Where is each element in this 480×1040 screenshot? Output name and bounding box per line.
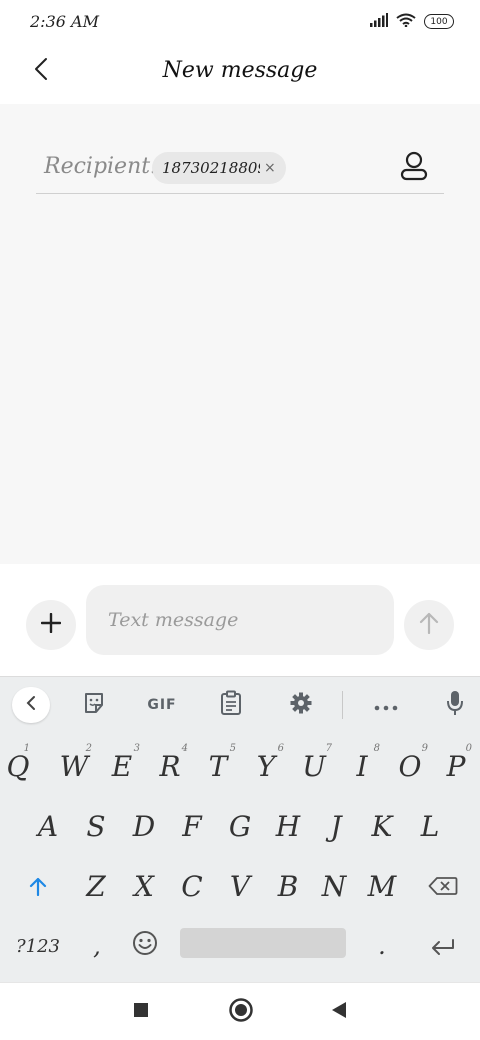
key-f[interactable]: F: [168, 797, 216, 855]
status-icons: 100: [370, 12, 454, 31]
key-u[interactable]: U7: [290, 737, 338, 795]
toolbar-collapse-button[interactable]: [12, 687, 50, 723]
composer: [0, 564, 480, 676]
plus-icon: [40, 612, 62, 637]
key-t[interactable]: T5: [194, 737, 242, 795]
enter-key[interactable]: [418, 917, 468, 975]
emoji-key[interactable]: [122, 917, 168, 975]
enter-icon: [430, 930, 456, 963]
keyboard-row-4: ?123 , .: [0, 917, 480, 975]
keyboard-row-1: Q1 W2 E3 R4 T5 Y6 U7 I8 O9 P0: [0, 737, 480, 795]
recipient-row: Recipient: 18730218809 ×: [36, 144, 444, 194]
sticker-icon: [82, 691, 106, 719]
key-c[interactable]: C: [168, 857, 216, 915]
chip-remove-icon[interactable]: ×: [264, 160, 276, 176]
space-key[interactable]: [180, 928, 346, 958]
key-l[interactable]: L: [406, 797, 454, 855]
keyboard-row-2: A S D F G H J K L: [0, 797, 480, 855]
keyboard-toolbar: GIF: [0, 677, 480, 733]
key-m[interactable]: M: [358, 857, 406, 915]
home-button[interactable]: [226, 997, 256, 1027]
more-button[interactable]: [368, 687, 404, 723]
key-i[interactable]: I8: [338, 737, 386, 795]
key-j[interactable]: J: [312, 797, 360, 855]
key-v[interactable]: V: [216, 857, 264, 915]
triangle-back-icon: [331, 1001, 347, 1023]
key-k[interactable]: K: [358, 797, 406, 855]
contact-picker-button[interactable]: [396, 150, 432, 186]
symbols-key[interactable]: ?123: [10, 917, 66, 975]
status-bar: 2:36 AM 100: [0, 0, 480, 44]
sticker-button[interactable]: [78, 687, 110, 723]
chevron-left-icon: [26, 695, 36, 715]
arrow-up-icon: [419, 612, 439, 638]
page-title: New message: [162, 58, 318, 83]
key-a[interactable]: A: [24, 797, 72, 855]
gear-icon: [289, 691, 313, 719]
backspace-key[interactable]: [418, 857, 468, 915]
key-q[interactable]: Q1: [0, 737, 36, 795]
key-g[interactable]: G: [216, 797, 264, 855]
key-o[interactable]: O9: [386, 737, 434, 795]
recents-button[interactable]: [126, 997, 156, 1027]
key-e[interactable]: E3: [98, 737, 146, 795]
person-icon: [400, 151, 428, 185]
voice-input-button[interactable]: [438, 687, 472, 723]
keyboard: GIF Q 1 W 2 E 3 R 4 T 5 Y 6 U 7 I 8 O 9 …: [0, 676, 480, 982]
message-input[interactable]: [86, 585, 394, 655]
period-key[interactable]: .: [360, 917, 404, 975]
microphone-icon: [446, 690, 464, 720]
toolbar-divider: [342, 691, 343, 719]
keyboard-row-3: Z X C V B N M: [0, 857, 480, 915]
key-p[interactable]: P0: [434, 737, 478, 795]
status-time: 2:36 AM: [30, 12, 99, 31]
key-y[interactable]: Y6: [242, 737, 290, 795]
clipboard-button[interactable]: [214, 687, 248, 723]
square-icon: [133, 1002, 149, 1022]
navigation-bar: [0, 982, 480, 1040]
back-nav-button[interactable]: [324, 997, 354, 1027]
key-b[interactable]: B: [264, 857, 312, 915]
smiley-icon: [132, 930, 158, 963]
key-h[interactable]: H: [264, 797, 312, 855]
backspace-icon: [428, 870, 458, 903]
header: New message: [0, 44, 480, 104]
key-d[interactable]: D: [120, 797, 168, 855]
gif-label: GIF: [147, 697, 177, 713]
add-attachment-button[interactable]: [26, 600, 76, 650]
key-r[interactable]: R4: [146, 737, 194, 795]
gif-button[interactable]: GIF: [140, 687, 184, 723]
key-n[interactable]: N: [310, 857, 358, 915]
more-horizontal-icon: [374, 696, 398, 715]
shift-arrow-icon: [29, 870, 47, 903]
battery-icon: 100: [424, 14, 454, 29]
conversation-area: Recipient: 18730218809 ×: [0, 104, 480, 564]
key-x[interactable]: X: [120, 857, 168, 915]
key-w[interactable]: W2: [50, 737, 98, 795]
comma-key[interactable]: ,: [76, 917, 118, 975]
recipient-chip-value: 18730218809: [162, 159, 260, 177]
key-s[interactable]: S: [72, 797, 120, 855]
signal-icon: [370, 12, 388, 31]
recipient-label: Recipient:: [44, 154, 158, 179]
wifi-icon: [396, 12, 416, 31]
recipient-chip[interactable]: 18730218809 ×: [152, 152, 286, 184]
send-button[interactable]: [404, 600, 454, 650]
settings-button[interactable]: [284, 687, 318, 723]
shift-key[interactable]: [14, 857, 62, 915]
home-circle-icon: [228, 997, 254, 1027]
key-z[interactable]: Z: [72, 857, 120, 915]
clipboard-icon: [220, 690, 242, 720]
